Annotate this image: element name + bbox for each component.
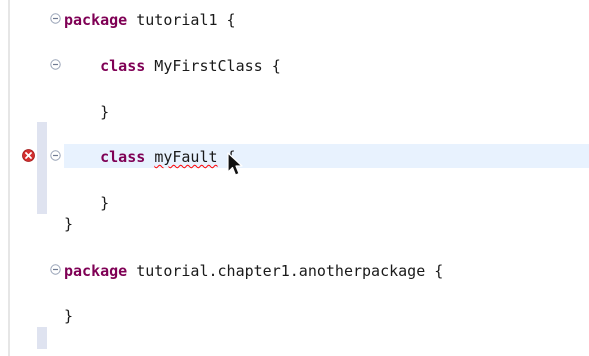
keyword: package xyxy=(64,11,128,29)
keyword: class xyxy=(100,148,146,166)
error-identifier[interactable]: myFault xyxy=(154,148,217,166)
code-line[interactable]: } xyxy=(64,193,109,213)
code-text: tutorial1 { xyxy=(127,11,236,29)
code-line[interactable]: class myFault { xyxy=(64,147,235,167)
code-text: } xyxy=(64,215,74,233)
keyword: class xyxy=(100,57,146,75)
code-line[interactable]: } xyxy=(64,306,73,326)
code-line[interactable]: } xyxy=(64,102,109,122)
collapse-fold-icon[interactable] xyxy=(50,59,61,70)
overview-ruler xyxy=(37,0,47,356)
code-text: tutorial.chapter1.anotherpackage { xyxy=(127,262,444,280)
editor-left-border xyxy=(8,0,10,356)
keyword: package xyxy=(64,262,128,280)
collapse-fold-icon[interactable] xyxy=(50,264,61,275)
code-editor[interactable]: package tutorial1 { class MyFirstClass {… xyxy=(0,0,589,356)
code-line[interactable]: class MyFirstClass { xyxy=(64,56,281,76)
code-line[interactable]: package tutorial1 { xyxy=(64,10,236,30)
code-line[interactable]: package tutorial.chapter1.anotherpackage… xyxy=(64,261,443,281)
code-line[interactable]: } xyxy=(64,214,73,234)
collapse-fold-icon[interactable] xyxy=(50,150,61,161)
code-text: } xyxy=(64,307,74,325)
code-text: } xyxy=(64,103,110,121)
mouse-pointer-icon xyxy=(227,152,243,176)
ruler-range-marker xyxy=(37,327,47,349)
code-text: } xyxy=(64,194,110,212)
collapse-fold-icon[interactable] xyxy=(50,13,61,24)
code-text: MyFirstClass { xyxy=(145,57,281,75)
ruler-range-marker xyxy=(37,122,47,214)
error-marker-icon[interactable] xyxy=(22,149,35,162)
